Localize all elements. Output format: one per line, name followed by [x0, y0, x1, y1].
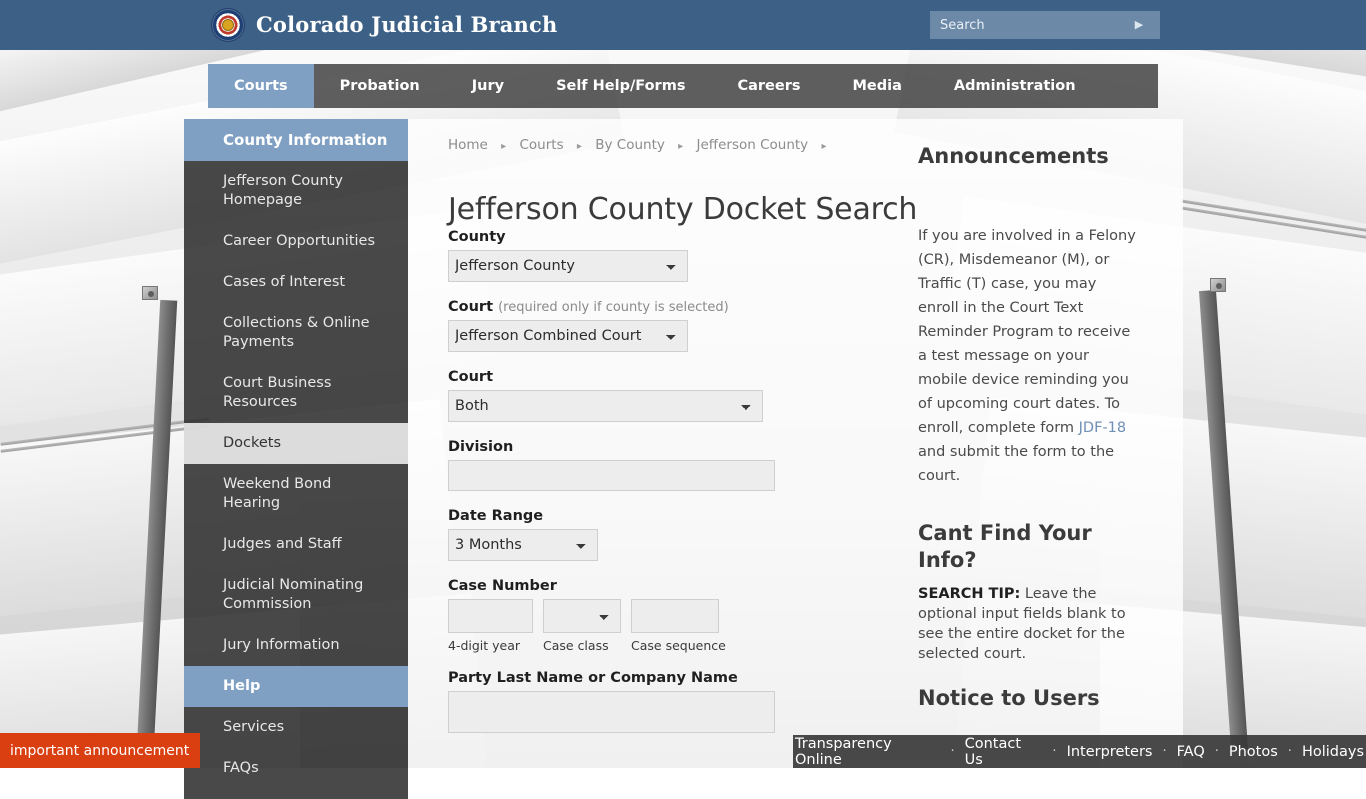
sidebar-item-career-opportunities[interactable]: Career Opportunities — [184, 221, 408, 262]
cant-find-info-block: Cant Find Your Info? SEARCH TIP: Leave t… — [918, 520, 1138, 664]
label-division: Division — [448, 439, 868, 455]
search-input[interactable] — [930, 12, 1126, 38]
announcements-body-post: and submit the form to the court. — [918, 444, 1114, 484]
field-date-range: Date Range 3 Months — [448, 508, 868, 561]
label-court-type: Court — [448, 369, 868, 385]
label-case-number: Case Number — [448, 578, 868, 594]
field-division: Division — [448, 439, 868, 491]
sidebar-item-judges-and-staff[interactable]: Judges and Staff — [184, 524, 408, 565]
field-party-name: Party Last Name or Company Name — [448, 670, 868, 733]
case-sequence-sublabel: Case sequence — [631, 638, 726, 653]
case-class-group: Case class — [543, 599, 621, 653]
footer-link-faq[interactable]: FAQ — [1175, 744, 1207, 760]
label-county: County — [448, 229, 868, 245]
announcements-block: Announcements If you are involved in a F… — [918, 144, 1138, 488]
label-court-name-hint: (required only if county is selected) — [498, 300, 729, 315]
case-year-input[interactable] — [448, 599, 533, 633]
breadcrumb-item-by-county[interactable]: By County — [595, 137, 665, 153]
nav-item-media[interactable]: Media — [826, 64, 927, 108]
date-range-select[interactable]: 3 Months — [448, 529, 598, 561]
main-content-panel: Home ▸ Courts ▸ By County ▸ Jefferson Co… — [408, 119, 1183, 768]
footer-separator: · — [950, 744, 954, 759]
footer-separator: · — [1288, 744, 1292, 759]
sidebar-item-jury-information[interactable]: Jury Information — [184, 625, 408, 666]
sidebar-item-cases-of-interest[interactable]: Cases of Interest — [184, 262, 408, 303]
case-year-group: 4-digit year — [448, 599, 533, 653]
site-title: Colorado Judicial Branch — [256, 12, 557, 37]
colorado-judicial-seal-icon[interactable] — [211, 8, 245, 42]
announcements-heading: Announcements — [918, 144, 1138, 168]
footer-separator: · — [1163, 744, 1167, 759]
search-bar[interactable]: ▶ — [930, 11, 1160, 39]
breadcrumb-separator-icon: ▸ — [821, 141, 826, 152]
jdf-18-link[interactable]: JDF-18 — [1079, 420, 1126, 436]
footer-link-photos[interactable]: Photos — [1227, 744, 1280, 760]
sidebar-heading: County Information — [184, 119, 408, 161]
sidebar-item-judicial-nominating-commission[interactable]: Judicial Nominating Commission — [184, 565, 408, 625]
docket-search-form: County Jefferson County Court (required … — [448, 229, 868, 750]
label-date-range: Date Range — [448, 508, 868, 524]
sidebar-item-court-business-resources[interactable]: Court Business Resources — [184, 363, 408, 423]
announcements-body: If you are involved in a Felony (CR), Mi… — [918, 224, 1138, 488]
sidebar-item-dockets[interactable]: Dockets — [184, 423, 408, 464]
breadcrumb-item-courts[interactable]: Courts — [520, 137, 564, 153]
breadcrumb: Home ▸ Courts ▸ By County ▸ Jefferson Co… — [448, 137, 836, 153]
sidebar-item-weekend-bond-hearing[interactable]: Weekend Bond Hearing — [184, 464, 408, 524]
sidebar-item-jefferson-county-homepage[interactable]: Jefferson County Homepage — [184, 161, 408, 221]
search-submit-icon[interactable]: ▶ — [1126, 12, 1152, 38]
sidebar-item-collections-online-payments[interactable]: Collections & Online Payments — [184, 303, 408, 363]
breadcrumb-separator-icon: ▸ — [501, 141, 506, 152]
case-class-select[interactable] — [543, 599, 621, 633]
breadcrumb-separator-icon: ▸ — [678, 141, 683, 152]
nav-item-probation[interactable]: Probation — [314, 64, 446, 108]
nav-item-self-help-forms[interactable]: Self Help/Forms — [530, 64, 711, 108]
sidebar-item-faqs[interactable]: FAQs — [184, 748, 408, 789]
announcements-body-pre: If you are involved in a Felony (CR), Mi… — [918, 228, 1136, 436]
footer-links-bar: Transparency Online · Contact Us · Inter… — [793, 735, 1366, 768]
nav-item-courts[interactable]: Courts — [208, 64, 314, 108]
search-tip-body: SEARCH TIP: Leave the optional input fie… — [918, 584, 1138, 664]
field-county: County Jefferson County — [448, 229, 868, 282]
case-class-sublabel: Case class — [543, 638, 621, 653]
breadcrumb-item-home[interactable]: Home — [448, 137, 488, 153]
footer-separator: · — [1215, 744, 1219, 759]
field-court-name: Court (required only if county is select… — [448, 299, 868, 352]
breadcrumb-separator-icon: ▸ — [577, 141, 582, 152]
footer-link-transparency-online[interactable]: Transparency Online — [793, 736, 942, 768]
field-court-type: Court Both — [448, 369, 868, 422]
primary-nav: Courts Probation Jury Self Help/Forms Ca… — [208, 64, 1158, 108]
footer-separator: · — [1052, 744, 1056, 759]
field-case-number: Case Number 4-digit year Case class Case… — [448, 578, 868, 653]
county-sidebar: County Information Jefferson County Home… — [184, 119, 408, 799]
court-type-select[interactable]: Both — [448, 390, 763, 422]
nav-item-careers[interactable]: Careers — [711, 64, 826, 108]
important-announcement-banner[interactable]: important announcement — [0, 733, 200, 768]
notice-to-users-heading: Notice to Users — [918, 686, 1138, 710]
label-court-name-text: Court — [448, 299, 493, 315]
site-header: Colorado Judicial Branch ▶ — [0, 0, 1366, 50]
footer-link-interpreters[interactable]: Interpreters — [1065, 744, 1155, 760]
nav-item-administration[interactable]: Administration — [928, 64, 1102, 108]
search-tip-label: SEARCH TIP: — [918, 586, 1020, 602]
division-input[interactable] — [448, 460, 775, 491]
label-court-name: Court (required only if county is select… — [448, 299, 868, 315]
case-sequence-input[interactable] — [631, 599, 719, 633]
sidebar-item-help[interactable]: Help — [184, 666, 408, 707]
breadcrumb-item-jefferson-county[interactable]: Jefferson County — [697, 137, 809, 153]
label-party-name: Party Last Name or Company Name — [448, 670, 868, 686]
case-sequence-group: Case sequence — [631, 599, 726, 653]
party-name-input[interactable] — [448, 691, 775, 733]
footer-link-holidays[interactable]: Holidays — [1300, 744, 1366, 760]
page-title: Jefferson County Docket Search — [448, 192, 917, 227]
county-select[interactable]: Jefferson County — [448, 250, 688, 282]
footer-link-contact-us[interactable]: Contact Us — [963, 736, 1045, 768]
nav-item-jury[interactable]: Jury — [446, 64, 530, 108]
notice-to-users-block: Notice to Users — [918, 686, 1138, 710]
sidebar-item-services[interactable]: Services — [184, 707, 408, 748]
aside-column: Announcements If you are involved in a F… — [918, 144, 1138, 720]
court-name-select[interactable]: Jefferson Combined Court — [448, 320, 688, 352]
cant-find-info-heading: Cant Find Your Info? — [918, 520, 1138, 574]
case-year-sublabel: 4-digit year — [448, 638, 533, 653]
